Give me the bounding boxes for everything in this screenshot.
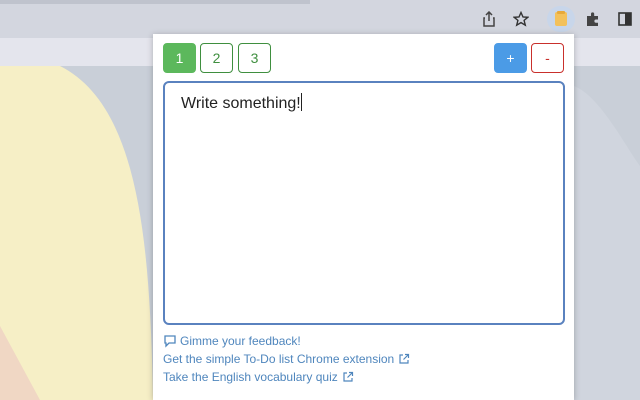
note-extension-button[interactable] <box>547 6 575 32</box>
tab-note-1[interactable]: 1 <box>163 43 196 73</box>
vocabulary-quiz-link-label: Take the English vocabulary quiz <box>163 370 338 384</box>
remove-note-button[interactable]: - <box>531 43 564 73</box>
feedback-link-label: Gimme your feedback! <box>180 334 301 348</box>
add-note-button[interactable]: + <box>494 43 527 73</box>
share-icon[interactable] <box>478 8 500 30</box>
external-link-icon <box>343 371 353 382</box>
tab-note-3[interactable]: 3 <box>238 43 271 73</box>
side-panel-icon[interactable] <box>614 8 636 30</box>
todo-extension-link[interactable]: Get the simple To-Do list Chrome extensi… <box>163 350 410 368</box>
vocabulary-quiz-link[interactable]: Take the English vocabulary quiz <box>163 368 410 386</box>
feedback-link[interactable]: Gimme your feedback! <box>163 332 410 350</box>
external-link-icon <box>399 353 410 364</box>
footer-links: Gimme your feedback! Get the simple To-D… <box>163 332 410 386</box>
tab-note-2[interactable]: 2 <box>200 43 233 73</box>
browser-toolbar <box>0 0 640 38</box>
todo-extension-link-label: Get the simple To-Do list Chrome extensi… <box>163 352 395 366</box>
text-caret <box>300 93 302 111</box>
tab-strip-edge <box>0 0 310 4</box>
feedback-icon <box>164 335 176 348</box>
note-textarea[interactable]: Write something! <box>163 81 565 325</box>
puzzle-extensions-icon[interactable] <box>582 8 604 30</box>
note-text: Write something! <box>181 95 301 112</box>
bookmark-star-icon[interactable] <box>510 8 532 30</box>
extension-popup: 1 2 3 + - Write something! Gimme your fe… <box>153 34 574 400</box>
note-extension-icon <box>555 11 567 26</box>
